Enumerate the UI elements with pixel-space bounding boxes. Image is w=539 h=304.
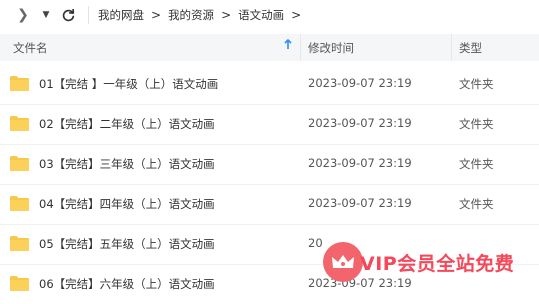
- breadcrumb-separator-icon: >: [291, 8, 302, 22]
- file-type: 文件夹: [459, 77, 494, 91]
- column-name-header[interactable]: 文件名: [13, 40, 48, 56]
- file-name[interactable]: 02【完结】二年级（上）语文动画: [39, 116, 215, 132]
- folder-icon: [10, 116, 29, 131]
- crown-logo-icon: [323, 242, 363, 282]
- breadcrumb-item[interactable]: 我的网盘: [98, 7, 144, 23]
- toolbar-divider: [88, 6, 89, 24]
- file-row[interactable]: 04【完结】四年级（上）语文动画 2023-09-07 23:19 文件夹: [0, 184, 539, 225]
- column-type-header[interactable]: 类型: [459, 40, 482, 56]
- file-name[interactable]: 06【完结】六年级（上）语文动画: [39, 276, 215, 292]
- column-divider[interactable]: [300, 34, 301, 61]
- folder-icon: [10, 236, 29, 251]
- caret-down-icon[interactable]: ▼: [40, 8, 52, 22]
- file-name[interactable]: 05【完结】五年级（上）语文动画: [39, 236, 215, 252]
- file-type: 文件夹: [459, 157, 494, 171]
- breadcrumb-separator-icon: >: [151, 8, 162, 22]
- file-modified: 2023-09-07 23:19: [308, 196, 412, 210]
- column-divider[interactable]: [451, 34, 452, 61]
- file-name[interactable]: 01【完结 】一年级（上）语文动画: [39, 76, 218, 92]
- file-name[interactable]: 04【完结】四年级（上）语文动画: [39, 196, 215, 212]
- breadcrumb-item[interactable]: 语文动画: [238, 7, 284, 23]
- breadcrumb: 我的网盘 > 我的资源 > 语文动画 >: [98, 0, 308, 30]
- refresh-icon[interactable]: [59, 5, 77, 25]
- file-modified: 2023-09-07 23:19: [308, 156, 412, 170]
- watermark-text: VIP会员全站免费: [360, 253, 515, 275]
- column-modified-header[interactable]: 修改时间: [308, 40, 354, 56]
- file-row[interactable]: 03【完结】三年级（上）语文动画 2023-09-07 23:19 文件夹: [0, 144, 539, 185]
- folder-icon: [10, 76, 29, 91]
- folder-icon: [10, 156, 29, 171]
- folder-icon: [10, 276, 29, 291]
- sort-up-arrow-icon[interactable]: [284, 38, 292, 53]
- toolbar: ❯ ▼ 我的网盘 > 我的资源 > 语文动画 >: [0, 0, 539, 30]
- file-row[interactable]: 02【完结】二年级（上）语文动画 2023-09-07 23:19 文件夹: [0, 104, 539, 145]
- file-name[interactable]: 03【完结】三年级（上）语文动画: [39, 156, 215, 172]
- file-row[interactable]: 01【完结 】一年级（上）语文动画 2023-09-07 23:19 文件夹: [0, 64, 539, 105]
- chevron-right-icon[interactable]: ❯: [17, 5, 29, 25]
- breadcrumb-item[interactable]: 我的资源: [168, 7, 214, 23]
- file-type: 文件夹: [459, 197, 494, 211]
- breadcrumb-separator-icon: >: [221, 8, 232, 22]
- file-type: 文件夹: [459, 117, 494, 131]
- file-modified: 2023-09-07 23:19: [308, 116, 412, 130]
- file-modified: 2023-09-07 23:19: [308, 76, 412, 90]
- column-header: 文件名 修改时间 类型: [0, 34, 539, 61]
- vip-watermark: VIP会员全站免费: [309, 240, 539, 304]
- folder-icon: [10, 196, 29, 211]
